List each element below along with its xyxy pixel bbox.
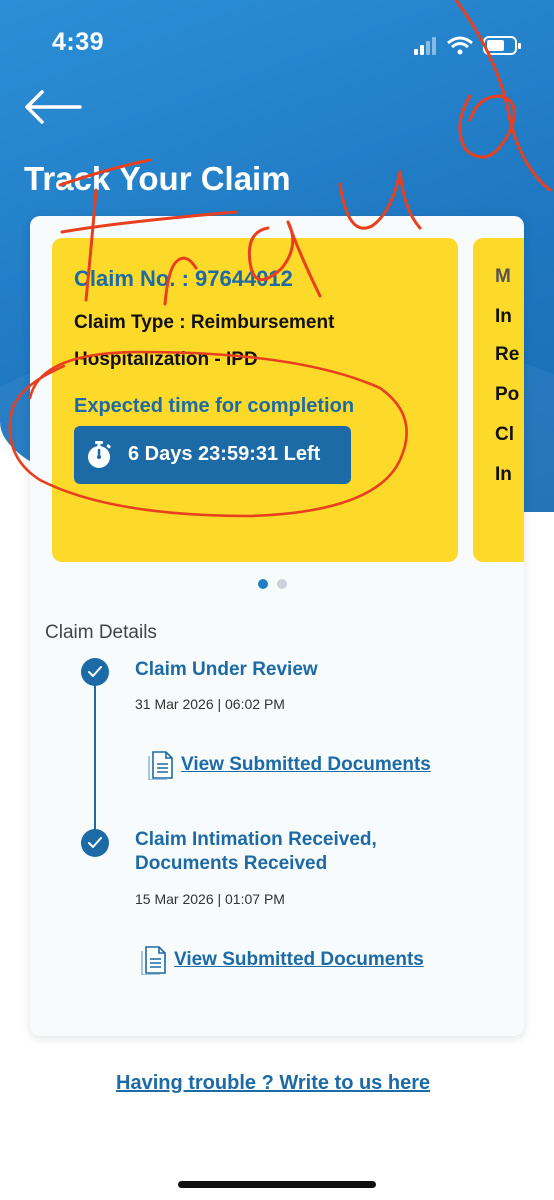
time-left-text: 6 Days 23:59:31 Left <box>128 443 321 465</box>
pager-dot[interactable] <box>277 579 287 589</box>
view-documents-link[interactable]: View Submitted Documents <box>140 945 440 975</box>
expected-time-label: Expected time for completion <box>74 395 355 417</box>
step-date: 31 Mar 2026 | 06:02 PM <box>135 696 285 712</box>
view-documents-text: View Submitted Documents <box>181 754 431 775</box>
claim-type: Claim Type : Reimbursement <box>74 312 335 333</box>
claim-subtype: Hospitalization - IPD <box>74 349 258 370</box>
claim-summary-card[interactable]: Claim No. : 97644012 Claim Type : Reimbu… <box>52 238 458 562</box>
claim-number: Claim No. : 97644012 <box>74 266 293 291</box>
peek-line: In <box>495 306 512 327</box>
page-title: Track Your Claim <box>24 160 291 197</box>
peek-line: Re <box>495 344 520 365</box>
next-claim-card-peek[interactable]: M In Re Po Cl In <box>473 238 524 562</box>
step-title: Claim Intimation Received, <box>135 829 377 850</box>
status-time: 4:39 <box>52 28 105 56</box>
back-button[interactable] <box>22 88 84 126</box>
claim-details-card: Claim No. : 97644012 Claim Type : Reimbu… <box>30 216 524 1036</box>
claim-details-title: Claim Details <box>45 622 157 643</box>
time-left-badge: 6 Days 23:59:31 Left <box>74 426 351 484</box>
peek-line: Cl <box>495 424 514 445</box>
back-arrow-icon <box>25 90 82 124</box>
step-title-line2: Documents Received <box>135 853 328 874</box>
peek-line: Po <box>495 384 520 405</box>
step-complete-icon <box>81 829 109 857</box>
home-indicator <box>178 1181 376 1188</box>
step-title: Claim Under Review <box>135 659 318 680</box>
document-icon <box>141 946 166 975</box>
step-complete-icon <box>81 658 109 686</box>
pager-dot-active[interactable] <box>258 579 268 589</box>
peek-line: M <box>495 266 511 287</box>
carousel-pager[interactable] <box>258 576 296 594</box>
write-to-us-link[interactable]: Having trouble ? Write to us here <box>116 1072 430 1095</box>
status-icons <box>414 34 524 56</box>
stopwatch-icon <box>88 441 111 468</box>
view-documents-link[interactable]: View Submitted Documents <box>147 750 447 780</box>
step-date: 15 Mar 2026 | 01:07 PM <box>135 891 285 907</box>
timeline-line <box>94 672 96 842</box>
peek-line: In <box>495 464 512 485</box>
document-icon <box>148 751 173 780</box>
signal-icon <box>414 36 521 55</box>
view-documents-text: View Submitted Documents <box>174 949 424 970</box>
